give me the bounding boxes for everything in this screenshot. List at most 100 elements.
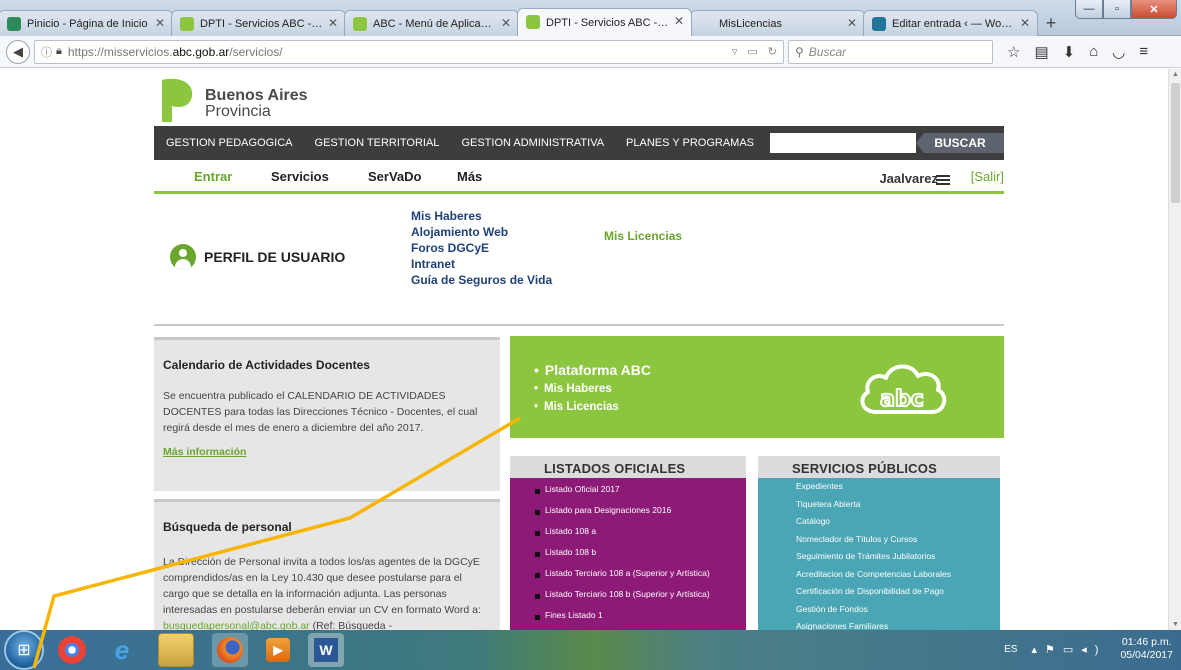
official-list-item[interactable]: Listado para Designaciones 2016: [510, 500, 746, 521]
browser-tab-2[interactable]: DPTI - Servicios ABC - D... ✕: [171, 10, 346, 36]
hamburger-menu-icon[interactable]: [936, 175, 950, 185]
tray-icons[interactable]: ▴⚑▭◂): [1031, 643, 1106, 656]
bookmarks-list-icon[interactable]: ▤: [1034, 43, 1048, 61]
scroll-down-icon[interactable]: ▼: [1169, 621, 1181, 628]
official-list-item[interactable]: Listado 108 b: [510, 542, 746, 563]
firefox-icon[interactable]: [212, 633, 248, 667]
tab-close-icon[interactable]: ✕: [155, 16, 165, 30]
tab-label: MisLicencias: [719, 17, 782, 30]
close-window-button[interactable]: ✕: [1131, 0, 1177, 19]
language-indicator[interactable]: ES: [1004, 644, 1017, 655]
dropdown-arrow-icon[interactable]: ▿: [732, 45, 738, 58]
abc-cloud-logo-icon[interactable]: abc: [854, 358, 950, 422]
back-button[interactable]: ◀: [6, 39, 30, 64]
user-profile-section: PERFIL DE USUARIO Mis Haberes Alojamient…: [154, 194, 1004, 326]
browser-tab-3[interactable]: ABC - Menú de Aplicaci... ✕: [344, 10, 519, 36]
start-button[interactable]: ⊞: [4, 630, 44, 670]
public-service-item[interactable]: Catálogo: [758, 513, 1000, 531]
tab-close-icon[interactable]: ✕: [674, 14, 684, 28]
home-icon[interactable]: ⌂: [1089, 43, 1098, 61]
reader-view-icon[interactable]: ▭: [747, 45, 757, 58]
search-bar[interactable]: ⚲ Buscar: [788, 39, 993, 64]
staff-search-box: Búsqueda de personal La Dirección de Per…: [154, 499, 500, 630]
nav-gestion-administrativa[interactable]: GESTION ADMINISTRATIVA: [461, 137, 604, 149]
nav-gestion-pedagogica[interactable]: GESTION PEDAGOGICA: [166, 137, 293, 149]
platform-box: Plataforma ABC Mis Haberes Mis Licencias…: [510, 336, 1004, 438]
lock-icon: 🔒︎: [56, 45, 62, 57]
official-list-item[interactable]: Listado 108 a: [510, 521, 746, 542]
menu-icon[interactable]: ≡: [1139, 43, 1148, 61]
official-list-item[interactable]: Fines Listado 1: [510, 605, 746, 626]
public-service-item[interactable]: Certificación de Disponibilidad de Pago: [758, 583, 1000, 601]
browser-tab-4[interactable]: DPTI - Servicios ABC - D... ✕: [517, 8, 692, 36]
public-service-item[interactable]: Gestión de Fondos: [758, 601, 1000, 619]
browser-tab-5[interactable]: MisLicencias ✕: [690, 10, 865, 36]
bookmark-star-icon[interactable]: ☆: [1007, 43, 1020, 61]
new-tab-button[interactable]: +: [1038, 10, 1064, 36]
profile-link-alojamiento[interactable]: Alojamiento Web: [411, 224, 552, 240]
url-prefix: https://misservicios.: [67, 44, 173, 59]
public-services-title: SERVICIOS PÚBLICOS: [758, 456, 1000, 478]
tab-favicon-icon: [180, 17, 194, 31]
page-scrollbar[interactable]: ▲ ▼: [1168, 69, 1181, 630]
secondary-navigation: Entrar Servicios SerVaDo Más Jaalvarez […: [154, 160, 1004, 194]
staff-search-text: La Dirección de Personal invita a todos …: [163, 556, 481, 630]
public-service-item[interactable]: Nomeclador de Títulos y Cursos: [758, 531, 1000, 549]
tab-close-icon[interactable]: ✕: [501, 16, 511, 30]
official-list-item[interactable]: Listado Terciario 108 b (Superior y Artí…: [510, 584, 746, 605]
media-player-icon[interactable]: ▶: [266, 638, 290, 662]
subnav-servicios[interactable]: Servicios: [271, 169, 329, 184]
staff-email-link[interactable]: busquedapersonal@abc.gob.ar: [163, 620, 310, 630]
subnav-servado[interactable]: SerVaDo: [368, 169, 421, 184]
site-search-button[interactable]: BUSCAR: [916, 133, 1004, 153]
public-service-item[interactable]: Asignaciones Familiares: [758, 618, 1000, 630]
profile-link-mis-licencias[interactable]: Mis Licencias: [604, 229, 682, 243]
username-label[interactable]: Jaalvarez: [879, 171, 938, 186]
nav-gestion-territorial[interactable]: GESTION TERRITORIAL: [315, 137, 440, 149]
site-search-input[interactable]: [770, 133, 917, 153]
subnav-entrar[interactable]: Entrar: [194, 169, 232, 184]
minimize-button[interactable]: —: [1075, 0, 1103, 19]
address-bar[interactable]: ⓘ 🔒︎ https://misservicios. abc.gob.ar/ser…: [34, 39, 784, 64]
calendar-more-link[interactable]: Más información: [163, 446, 490, 458]
scroll-up-icon[interactable]: ▲: [1169, 71, 1181, 78]
public-service-item[interactable]: Expedientes: [758, 478, 1000, 496]
info-icon[interactable]: ⓘ: [41, 44, 52, 60]
internet-explorer-icon[interactable]: e: [104, 633, 140, 667]
tab-close-icon[interactable]: ✕: [1020, 16, 1030, 30]
profile-link-foros[interactable]: Foros DGCyE: [411, 240, 552, 256]
public-service-item[interactable]: Tiquetera Abierta: [758, 496, 1000, 514]
profile-link-mis-haberes[interactable]: Mis Haberes: [411, 208, 552, 224]
pocket-icon[interactable]: ◡: [1112, 43, 1125, 61]
scrollbar-thumb[interactable]: [1171, 83, 1180, 203]
platform-link-plataforma-abc[interactable]: Plataforma ABC: [534, 360, 651, 380]
site-logo[interactable]: Buenos Aires Provincia: [158, 76, 458, 126]
platform-link-mis-licencias[interactable]: Mis Licencias: [534, 398, 651, 416]
svg-text:abc: abc: [880, 387, 924, 412]
staff-search-title: Búsqueda de personal: [163, 520, 292, 534]
nav-planes-programas[interactable]: PLANES Y PROGRAMAS: [626, 137, 754, 149]
official-list-item[interactable]: Listado Terciario 108 a (Superior y Artí…: [510, 563, 746, 584]
browser-tab-1[interactable]: Pinicio - Página de Inicio ✕: [0, 10, 173, 36]
calendar-news-box: Calendario de Actividades Docentes Se en…: [154, 337, 500, 491]
maximize-button[interactable]: ▫: [1103, 0, 1131, 19]
logout-link[interactable]: [Salir]: [971, 169, 1004, 184]
tab-close-icon[interactable]: ✕: [847, 16, 857, 30]
public-service-item[interactable]: Acreditacion de Competencias Laborales: [758, 566, 1000, 584]
file-explorer-icon[interactable]: [158, 633, 194, 667]
profile-link-intranet[interactable]: Intranet: [411, 256, 552, 272]
platform-link-mis-haberes[interactable]: Mis Haberes: [534, 380, 651, 398]
download-icon[interactable]: ⬇: [1063, 43, 1076, 61]
word-icon[interactable]: W: [308, 633, 344, 667]
reload-icon[interactable]: ↻: [768, 45, 777, 58]
clock[interactable]: 01:46 p.m. 05/04/2017: [1120, 636, 1173, 662]
subnav-mas[interactable]: Más: [457, 169, 482, 184]
profile-link-seguros[interactable]: Guía de Seguros de Vida: [411, 272, 552, 288]
chrome-icon[interactable]: [58, 636, 86, 664]
browser-tab-6[interactable]: Editar entrada ‹ — Word... ✕: [863, 10, 1038, 36]
windows-logo-icon: ⊞: [17, 642, 31, 659]
tab-close-icon[interactable]: ✕: [328, 16, 338, 30]
address-tools: ▿ ▭ ↻: [732, 45, 777, 58]
public-service-item[interactable]: Seguimiento de Trámites Jubilatorios: [758, 548, 1000, 566]
official-list-item[interactable]: Listado Oficial 2017: [510, 479, 746, 500]
